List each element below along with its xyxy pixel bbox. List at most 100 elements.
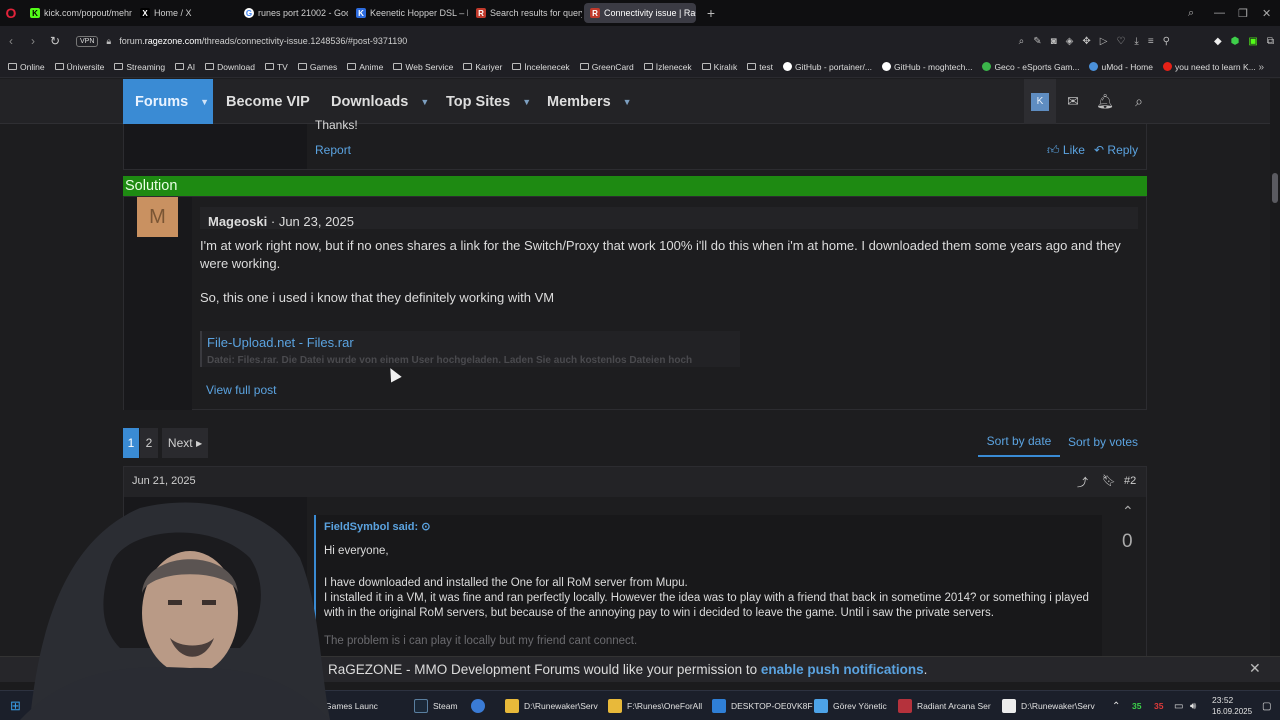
taskbar-item[interactable]: DESKTOP-OE0VK8F — [712, 691, 813, 720]
bookmark-item[interactable]: GitHub - moghtech... — [882, 62, 972, 72]
network-icon[interactable]: ▭ — [1174, 691, 1183, 720]
scrollbar-track[interactable] — [1270, 79, 1280, 656]
kick-extension-icon[interactable]: ▣ — [1248, 36, 1257, 47]
bookmark-item[interactable]: Üniversite — [54, 62, 104, 72]
menu-icon[interactable]: ≡ — [1148, 36, 1154, 47]
forward-icon[interactable]: › — [22, 34, 44, 48]
shield-icon[interactable]: ◈ — [1066, 36, 1074, 47]
opera-logo-icon[interactable]: O — [0, 0, 22, 26]
vpn-badge[interactable]: VPN — [76, 35, 99, 47]
tray-gpu-temp[interactable]: 35 — [1154, 691, 1163, 720]
volume-icon[interactable]: 🔊︎ — [1190, 691, 1196, 720]
reload-icon[interactable]: ↻ — [44, 34, 66, 48]
browser-tab[interactable]: K kick.com/popout/mehmet — [24, 3, 132, 23]
translate-icon[interactable]: ✥ — [1082, 36, 1090, 47]
tab-search-icon[interactable]: ⌕ — [1188, 0, 1194, 26]
bookmark-item[interactable]: Streaming — [114, 62, 165, 72]
browser-tab[interactable]: K Keenetic Hopper DSL – Pe — [350, 3, 468, 23]
chevron-down-icon[interactable]: ▼ — [623, 97, 632, 107]
quote-header[interactable]: FieldSymbol said: ⊙ — [324, 520, 430, 533]
taskbar-item[interactable]: Steam — [414, 691, 458, 720]
notification-icon[interactable]: ▢ — [1262, 691, 1271, 720]
bookmark-icon[interactable]: 🔖︎ — [1102, 474, 1116, 487]
bookmark-item[interactable]: Anime — [347, 62, 383, 72]
page-2-button[interactable]: 2 — [140, 428, 158, 458]
bookmarks-overflow-icon[interactable]: » — [1258, 56, 1264, 78]
bookmark-item[interactable]: you need to learn K... — [1162, 62, 1256, 72]
bookmark-item[interactable]: AI — [175, 62, 195, 72]
sort-by-date-tab[interactable]: Sort by date — [978, 427, 1060, 457]
browser-tab[interactable]: R Search results for query: S — [470, 3, 582, 23]
report-link[interactable]: Report — [315, 143, 351, 157]
download-icon[interactable]: ⤓ — [1134, 36, 1138, 47]
bookmark-item[interactable]: Geco - eSports Gam... — [982, 62, 1079, 72]
taskbar-item[interactable]: Radiant Arcana Ser — [898, 691, 991, 720]
enable-push-link[interactable]: enable push notifications — [761, 662, 924, 677]
share-icon[interactable]: ⤴ — [1077, 474, 1088, 490]
edit-icon[interactable]: ✎ — [1033, 36, 1041, 47]
taskbar-item[interactable]: D:\Runewaker\Serv — [505, 691, 598, 720]
extensions-icon[interactable]: ⧉ — [1267, 36, 1274, 47]
taskbar-item[interactable]: D:\Runewaker\Serv — [1002, 691, 1095, 720]
bookmark-item[interactable]: İzlenecek — [643, 62, 692, 72]
play-icon[interactable]: ▷ — [1100, 36, 1108, 47]
sort-by-votes-tab[interactable]: Sort by votes — [1064, 427, 1142, 457]
close-window-icon[interactable]: ✕ — [1262, 0, 1271, 26]
link-embed[interactable]: File-Upload.net - Files.rar Datei: Files… — [200, 331, 740, 367]
close-icon[interactable]: ✕ — [1249, 660, 1261, 677]
author-name[interactable]: Mageoski — [208, 214, 267, 229]
chevron-down-icon[interactable]: ▼ — [200, 97, 209, 107]
embed-title[interactable]: File-Upload.net - Files.rar — [207, 335, 354, 350]
taskbar-item[interactable]: Games Launc — [325, 691, 378, 720]
view-full-post-link[interactable]: View full post — [206, 383, 276, 397]
clock-date[interactable]: 16.09.2025 — [1212, 705, 1252, 718]
bookmark-item[interactable]: TV — [264, 62, 288, 72]
bookmark-item[interactable]: Online — [8, 62, 45, 72]
minimize-icon[interactable]: — — [1214, 0, 1225, 26]
bookmark-item[interactable]: test — [747, 62, 773, 72]
bookmark-item[interactable]: Kariyer — [463, 62, 502, 72]
taskbar-item[interactable]: F:\Runes\OneForAll — [608, 691, 702, 720]
post-date[interactable]: Jun 21, 2025 — [132, 475, 196, 487]
tray-chevron-icon[interactable]: ⌃ — [1112, 691, 1120, 720]
browser-tab[interactable]: X Home / X — [134, 3, 234, 23]
bell-icon[interactable]: 🔔︎ — [1090, 79, 1120, 124]
upvote-icon[interactable]: ⌃ — [1122, 503, 1134, 520]
reply-button[interactable]: ↶ Reply — [1094, 143, 1138, 157]
profile-icon[interactable]: ⚲ — [1163, 36, 1170, 47]
bookmark-item[interactable]: GreenCard — [579, 62, 634, 72]
scrollbar-thumb[interactable] — [1272, 173, 1278, 203]
nav-members[interactable]: Members ▼ — [547, 79, 632, 124]
bookmark-item[interactable]: Kiralık — [701, 62, 737, 72]
next-page-button[interactable]: Next ▶ — [162, 428, 208, 458]
browser-tab[interactable]: G runes port 21002 - Googl — [238, 3, 348, 23]
adblock-extension-icon[interactable]: ⬢ — [1231, 36, 1240, 47]
browser-tab-active[interactable]: R Connectivity issue | RaGE — [584, 3, 696, 23]
like-button[interactable]: 👍︎ Like — [1047, 143, 1085, 158]
avatar[interactable]: M — [137, 197, 178, 237]
taskbar-item[interactable]: Görev Yönetic — [814, 691, 887, 720]
post-number[interactable]: #2 — [1124, 475, 1136, 487]
camera-icon[interactable]: ◙ — [1051, 36, 1057, 47]
chevron-down-icon[interactable]: ▼ — [522, 97, 531, 107]
maximize-icon[interactable]: ❐ — [1238, 0, 1248, 26]
heart-icon[interactable]: ♡ — [1116, 36, 1125, 47]
zoom-icon[interactable]: ⌕ — [1019, 36, 1025, 47]
inbox-icon[interactable]: ✉ — [1058, 79, 1088, 124]
bookmark-item[interactable]: Web Service — [393, 62, 453, 72]
bookmark-item[interactable]: uMod - Home — [1089, 62, 1153, 72]
back-icon[interactable]: ‹ — [0, 34, 22, 48]
bookmark-item[interactable]: İncelenecek — [512, 62, 570, 72]
search-icon[interactable]: ⌕ — [1124, 79, 1154, 124]
ai-extension-icon[interactable]: ◆ — [1214, 36, 1222, 47]
nav-top-sites[interactable]: Top Sites ▼ — [446, 79, 531, 124]
tray-cpu-temp[interactable]: 35 — [1132, 691, 1141, 720]
page-1-button[interactable]: 1 — [123, 428, 139, 458]
lock-icon[interactable]: 🔒︎ — [106, 36, 111, 47]
url-field[interactable]: forum.ragezone.com/threads/connectivity-… — [119, 36, 407, 46]
bookmark-item[interactable]: GitHub - portainer/... — [783, 62, 872, 72]
bookmark-item[interactable]: Games — [297, 62, 337, 72]
nav-forums[interactable]: Forums ▼ — [123, 79, 213, 124]
chevron-down-icon[interactable]: ▼ — [420, 97, 429, 107]
bookmark-item[interactable]: Download — [205, 62, 255, 72]
